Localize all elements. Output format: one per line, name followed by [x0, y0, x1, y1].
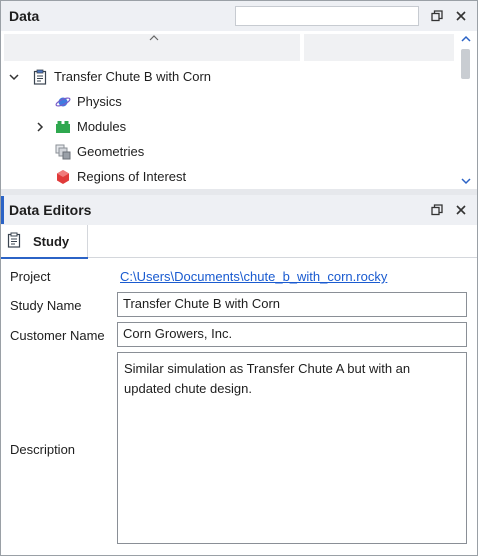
study-name-label: Study Name — [10, 298, 82, 313]
regions-icon — [55, 169, 71, 185]
scroll-down-icon[interactable] — [461, 177, 471, 185]
data-restore-button[interactable] — [425, 4, 449, 28]
study-name-field[interactable]: Transfer Chute B with Corn — [117, 292, 467, 317]
editors-close-button[interactable] — [449, 198, 473, 222]
close-icon — [456, 205, 466, 215]
clipboard-icon — [32, 69, 48, 85]
active-tab-indicator — [1, 257, 88, 259]
editors-panel-titlebar: Data Editors — [1, 195, 477, 225]
tab-label: Study — [33, 234, 70, 249]
close-icon — [456, 11, 466, 21]
chevron-right-icon[interactable] — [33, 120, 47, 134]
tree-item-label: Modules — [77, 119, 127, 134]
tree-item-label: Transfer Chute B with Corn — [54, 69, 212, 84]
scroll-thumb[interactable] — [461, 49, 470, 79]
tree-item-physics[interactable]: Physics — [55, 89, 122, 114]
data-tree: Transfer Chute B with Corn Physics Modul… — [1, 31, 477, 189]
tree-item-label: Physics — [77, 94, 122, 109]
planet-icon — [55, 94, 71, 110]
editors-panel-title: Data Editors — [9, 202, 92, 218]
data-panel-titlebar: Data — [1, 1, 477, 31]
sort-up-icon — [149, 35, 159, 41]
tree-scrollbar[interactable] — [457, 31, 475, 189]
tree-item-label: Regions of Interest — [77, 169, 187, 184]
description-label: Description — [10, 442, 76, 457]
data-close-button[interactable] — [449, 4, 473, 28]
restore-icon — [431, 204, 443, 216]
geometries-icon — [55, 144, 71, 160]
tree-column-header-value[interactable] — [304, 34, 454, 61]
data-search-input[interactable] — [235, 6, 419, 26]
tree-item-modules[interactable]: Modules — [33, 114, 126, 139]
tree-column-header-name[interactable] — [4, 34, 300, 61]
editor-tab-strip: Study — [1, 225, 477, 259]
data-panel-title: Data — [9, 8, 40, 24]
tab-study[interactable]: Study — [1, 225, 88, 259]
clipboard-icon — [7, 232, 21, 251]
tree-item-study[interactable]: Transfer Chute B with Corn — [7, 64, 211, 89]
tree-header — [1, 31, 456, 62]
tree-item-regions[interactable]: Regions of Interest — [55, 164, 186, 189]
modules-icon — [55, 119, 71, 135]
tree-item-label: Geometries — [77, 144, 145, 159]
customer-name-field[interactable]: Corn Growers, Inc. — [117, 322, 467, 347]
restore-icon — [431, 10, 443, 22]
editors-restore-button[interactable] — [425, 198, 449, 222]
chevron-down-icon[interactable] — [7, 70, 21, 84]
description-field[interactable]: Similar simulation as Transfer Chute A b… — [117, 352, 467, 544]
customer-name-label: Customer Name — [10, 328, 105, 343]
scroll-up-icon[interactable] — [461, 35, 471, 43]
active-panel-accent — [1, 196, 4, 224]
project-label: Project — [10, 269, 51, 284]
tree-item-geometries[interactable]: Geometries — [55, 139, 144, 164]
project-path-link[interactable]: C:\Users\Documents\chute_b_with_corn.roc… — [120, 269, 387, 284]
